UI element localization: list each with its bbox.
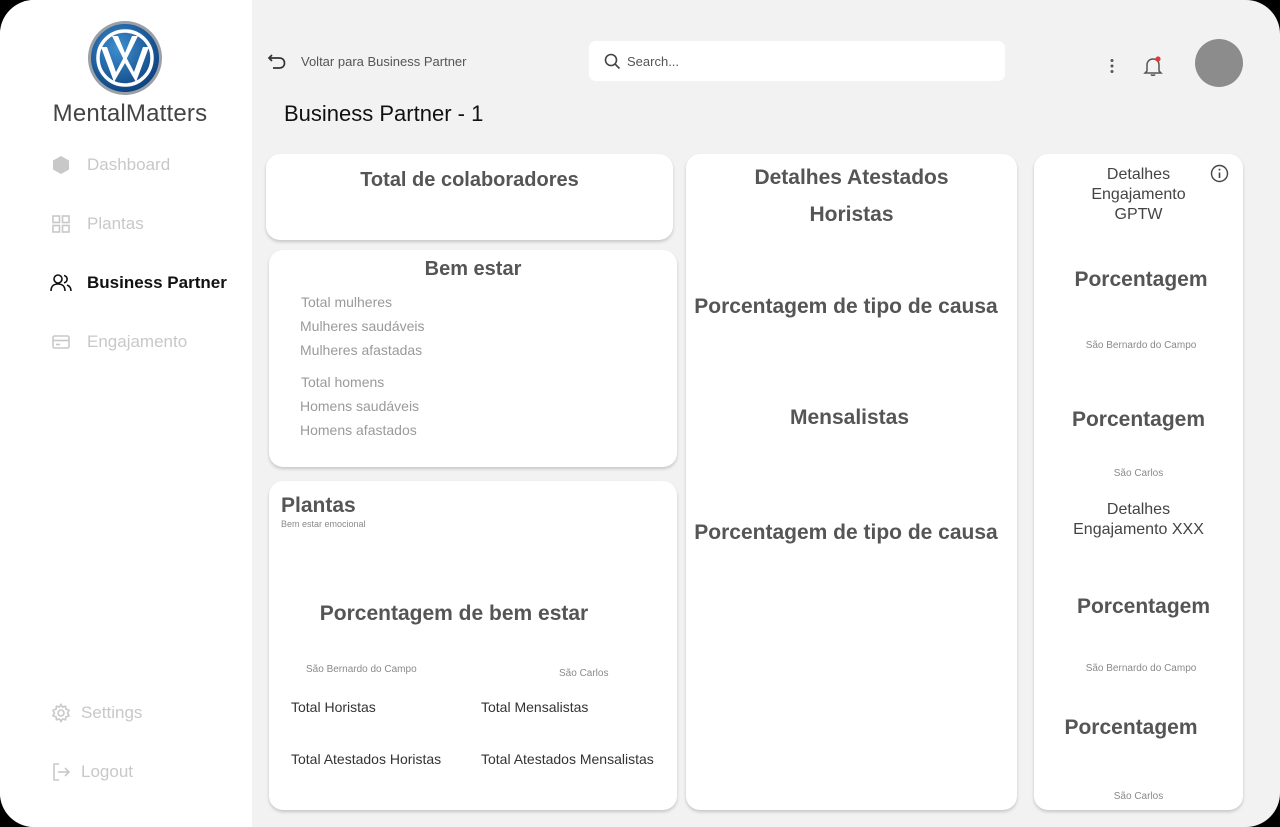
card-title: Plantas [281, 494, 356, 517]
card-icon [50, 331, 72, 353]
bell-icon[interactable] [1142, 55, 1164, 77]
site-label: São Bernardo do Campo [1085, 340, 1197, 351]
grid-icon [50, 213, 72, 235]
dashboard-icon [50, 154, 72, 176]
total-horistas: Total Horistas [291, 699, 376, 715]
site-label: São Bernardo do Campo [1085, 663, 1197, 674]
title-line: Detalhes [1106, 166, 1171, 183]
stat-label: Mulheres saudáveis [300, 318, 425, 334]
percent-label: Porcentagem [1071, 408, 1206, 431]
site-label: São Bernardo do Campo [306, 664, 417, 675]
vw-logo-icon [88, 21, 162, 95]
site-label: São Carlos [1113, 791, 1164, 802]
logout-label: Logout [81, 762, 133, 781]
sidebar: MentalMatters Dashboard Plantas Business… [0, 0, 252, 827]
mensalistas-heading: Mensalistas [789, 406, 910, 429]
site-label: São Carlos [1113, 468, 1164, 479]
causa-percent-horistas: Porcentagem de tipo de causa [694, 295, 998, 318]
stat-label: Total homens [301, 374, 385, 390]
percent-label: Porcentagem [1064, 716, 1198, 739]
back-arrow-icon [267, 54, 286, 69]
percent-title: Porcentagem de bem estar [319, 602, 589, 625]
card-title: Detalhes Atestados [754, 166, 949, 189]
search-icon [604, 53, 621, 69]
settings-button[interactable]: Settings [50, 698, 142, 728]
avatar[interactable] [1195, 39, 1243, 87]
sidebar-item-business-partner[interactable]: Business Partner [50, 268, 227, 298]
search-input[interactable] [627, 53, 987, 69]
percent-label: Porcentagem [1074, 268, 1208, 291]
sidebar-item-label: Plantas [87, 214, 144, 233]
card-title: Total de colaboradores [360, 169, 579, 191]
stat-label: Homens saudáveis [300, 398, 420, 414]
sidebar-item-plantas[interactable]: Plantas [50, 209, 144, 239]
plantas-card: Plantas Bem estar emocional Porcentagem … [269, 481, 677, 810]
gear-icon [50, 702, 72, 724]
app-window: MentalMatters Dashboard Plantas Business… [0, 0, 1280, 827]
title-line: Detalhes [1106, 501, 1171, 518]
detalhes-atestados-card: Detalhes Atestados Horistas Porcentagem … [686, 154, 1017, 810]
sidebar-item-label: Engajamento [87, 332, 188, 351]
horistas-heading: Horistas [809, 203, 894, 226]
bem-estar-card: Bem estar Total mulheres Mulheres saudáv… [269, 250, 677, 467]
page-title: Business Partner - 1 [284, 101, 484, 126]
stat-label: Total mulheres [301, 294, 393, 310]
back-link[interactable]: Voltar para Business Partner [266, 50, 466, 72]
settings-label: Settings [81, 703, 143, 722]
sidebar-item-label: Business Partner [87, 273, 227, 292]
total-mensalistas: Total Mensalistas [481, 699, 589, 715]
stat-label: Mulheres afastadas [300, 342, 423, 358]
title-line: Engajamento [1091, 186, 1186, 203]
section-title: Detalhes Engajamento GPTW [1034, 165, 1243, 225]
more-vertical-icon[interactable] [1102, 56, 1122, 76]
causa-percent-mensalistas: Porcentagem de tipo de causa [694, 521, 998, 544]
sidebar-item-dashboard[interactable]: Dashboard [50, 150, 170, 180]
users-icon [50, 272, 72, 294]
title-line: Engajamento XXX [1073, 521, 1204, 538]
total-colaboradores-card: Total de colaboradores [266, 154, 673, 240]
detalhes-engajamento-card: Detalhes Engajamento GPTW Porcentagem Sã… [1034, 154, 1243, 810]
site-label: São Carlos [559, 668, 609, 679]
section-title: Detalhes Engajamento XXX [1034, 500, 1243, 540]
title-line: GPTW [1114, 206, 1163, 223]
logout-button[interactable]: Logout [50, 757, 133, 787]
card-title: Bem estar [424, 258, 522, 280]
total-atestados-horistas: Total Atestados Horistas [291, 751, 442, 767]
sidebar-item-label: Dashboard [87, 155, 171, 174]
stat-label: Homens afastados [300, 422, 417, 438]
search-box[interactable] [589, 41, 1005, 81]
sidebar-item-engajamento[interactable]: Engajamento [50, 327, 187, 357]
total-atestados-mensalistas: Total Atestados Mensalistas [481, 751, 654, 767]
logout-icon [50, 761, 72, 783]
card-subtitle: Bem estar emocional [281, 519, 366, 529]
brand-name: MentalMatters [52, 100, 208, 127]
percent-label: Porcentagem [1076, 595, 1211, 618]
back-link-label: Voltar para Business Partner [301, 53, 467, 69]
